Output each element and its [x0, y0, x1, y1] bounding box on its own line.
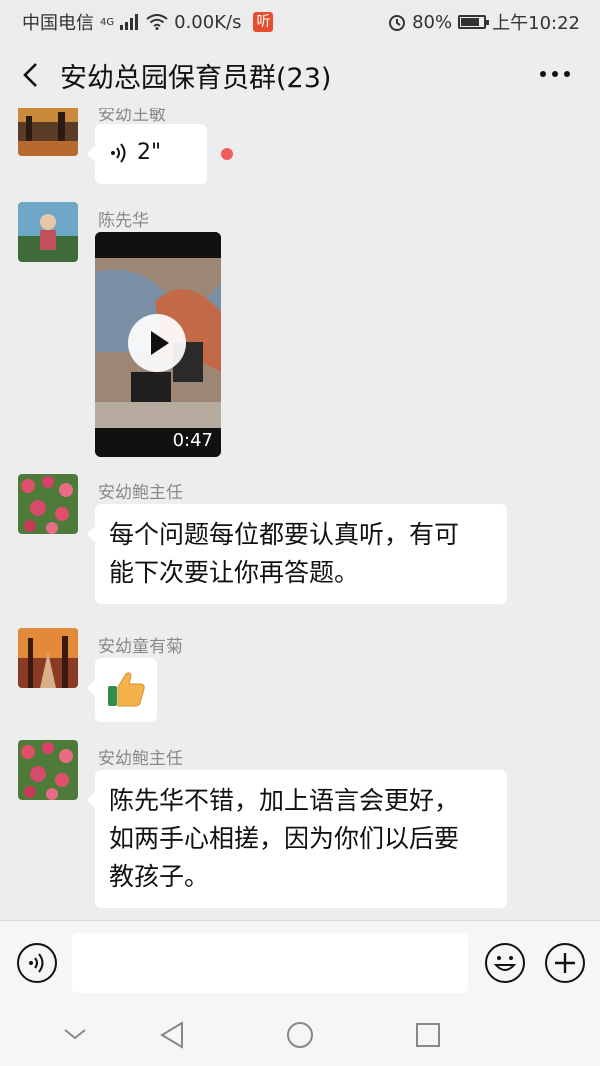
sender-name: 安幼童有菊 — [98, 637, 183, 657]
emoji-icon[interactable] — [485, 943, 525, 983]
alarm-icon — [389, 15, 406, 31]
system-nav-bar — [0, 1004, 600, 1066]
message-list[interactable]: 安幼王敏 2" 陈先华 0:47 安幼鲍主任 每个问题每位都要认真听，有可 能下… — [0, 108, 600, 920]
home-circle-icon[interactable] — [285, 1020, 315, 1050]
signal-icon — [120, 14, 139, 30]
listen-app-icon: 听 — [253, 12, 274, 32]
message-line: 每个问题每位都要认真听，有可 — [109, 520, 460, 549]
avatar[interactable] — [18, 108, 78, 156]
emoji-message-bubble[interactable] — [87, 658, 157, 722]
battery-icon — [458, 15, 490, 29]
video-duration: 0:47 — [172, 430, 213, 451]
message-line: 陈先华不错，加上语言会更好， — [109, 786, 460, 815]
input-bar — [0, 920, 600, 1005]
chat-title: 安幼总园保育员群(23) — [60, 63, 332, 94]
thumbs-up-icon — [108, 672, 145, 707]
message-line: 如两手心相搓，因为你们以后要 — [109, 824, 460, 853]
sender-name: 安幼王敏 — [98, 108, 166, 125]
voice-input-icon[interactable] — [17, 943, 57, 983]
voice-duration: 2" — [137, 140, 162, 165]
back-arrow-icon[interactable] — [18, 60, 46, 90]
voice-message-bubble[interactable]: 2" — [87, 124, 207, 184]
recents-square-icon[interactable] — [414, 1021, 442, 1049]
avatar[interactable] — [18, 740, 78, 800]
text-message-bubble[interactable]: 每个问题每位都要认真听，有可 能下次要让你再答题。 — [87, 504, 507, 604]
wifi-icon — [146, 14, 168, 30]
clock: 上午10:22 — [492, 13, 580, 34]
sender-name: 安幼鲍主任 — [98, 483, 183, 503]
sender-name: 陈先华 — [98, 211, 149, 231]
video-message[interactable]: 0:47 — [95, 232, 221, 457]
message-line: 教孩子。 — [109, 862, 210, 891]
collapse-icon[interactable] — [62, 1024, 88, 1044]
voice-wave-icon — [111, 143, 126, 163]
sender-name: 安幼鲍主任 — [98, 749, 183, 769]
more-icon[interactable] — [540, 64, 574, 84]
back-triangle-icon[interactable] — [158, 1020, 186, 1050]
avatar[interactable] — [18, 474, 78, 534]
carrier-label: 中国电信 — [22, 13, 94, 34]
chat-header: 安幼总园保育员群(23) — [0, 42, 600, 108]
status-bar: 中国电信 4G 0.00K/s 听 80% 上午10:22 — [0, 0, 600, 42]
message-line: 能下次要让你再答题。 — [109, 558, 360, 587]
network-speed: 0.00K/s — [174, 11, 242, 33]
plus-icon[interactable] — [545, 943, 585, 983]
unread-dot — [221, 148, 233, 160]
text-message-bubble[interactable]: 陈先华不错，加上语言会更好， 如两手心相搓，因为你们以后要 教孩子。 — [87, 770, 507, 908]
battery-percent: 80% — [412, 11, 453, 33]
avatar[interactable] — [18, 628, 78, 688]
network-label: 4G — [100, 16, 115, 28]
avatar[interactable] — [18, 202, 78, 262]
play-icon[interactable] — [128, 314, 186, 372]
message-input[interactable] — [72, 933, 468, 993]
